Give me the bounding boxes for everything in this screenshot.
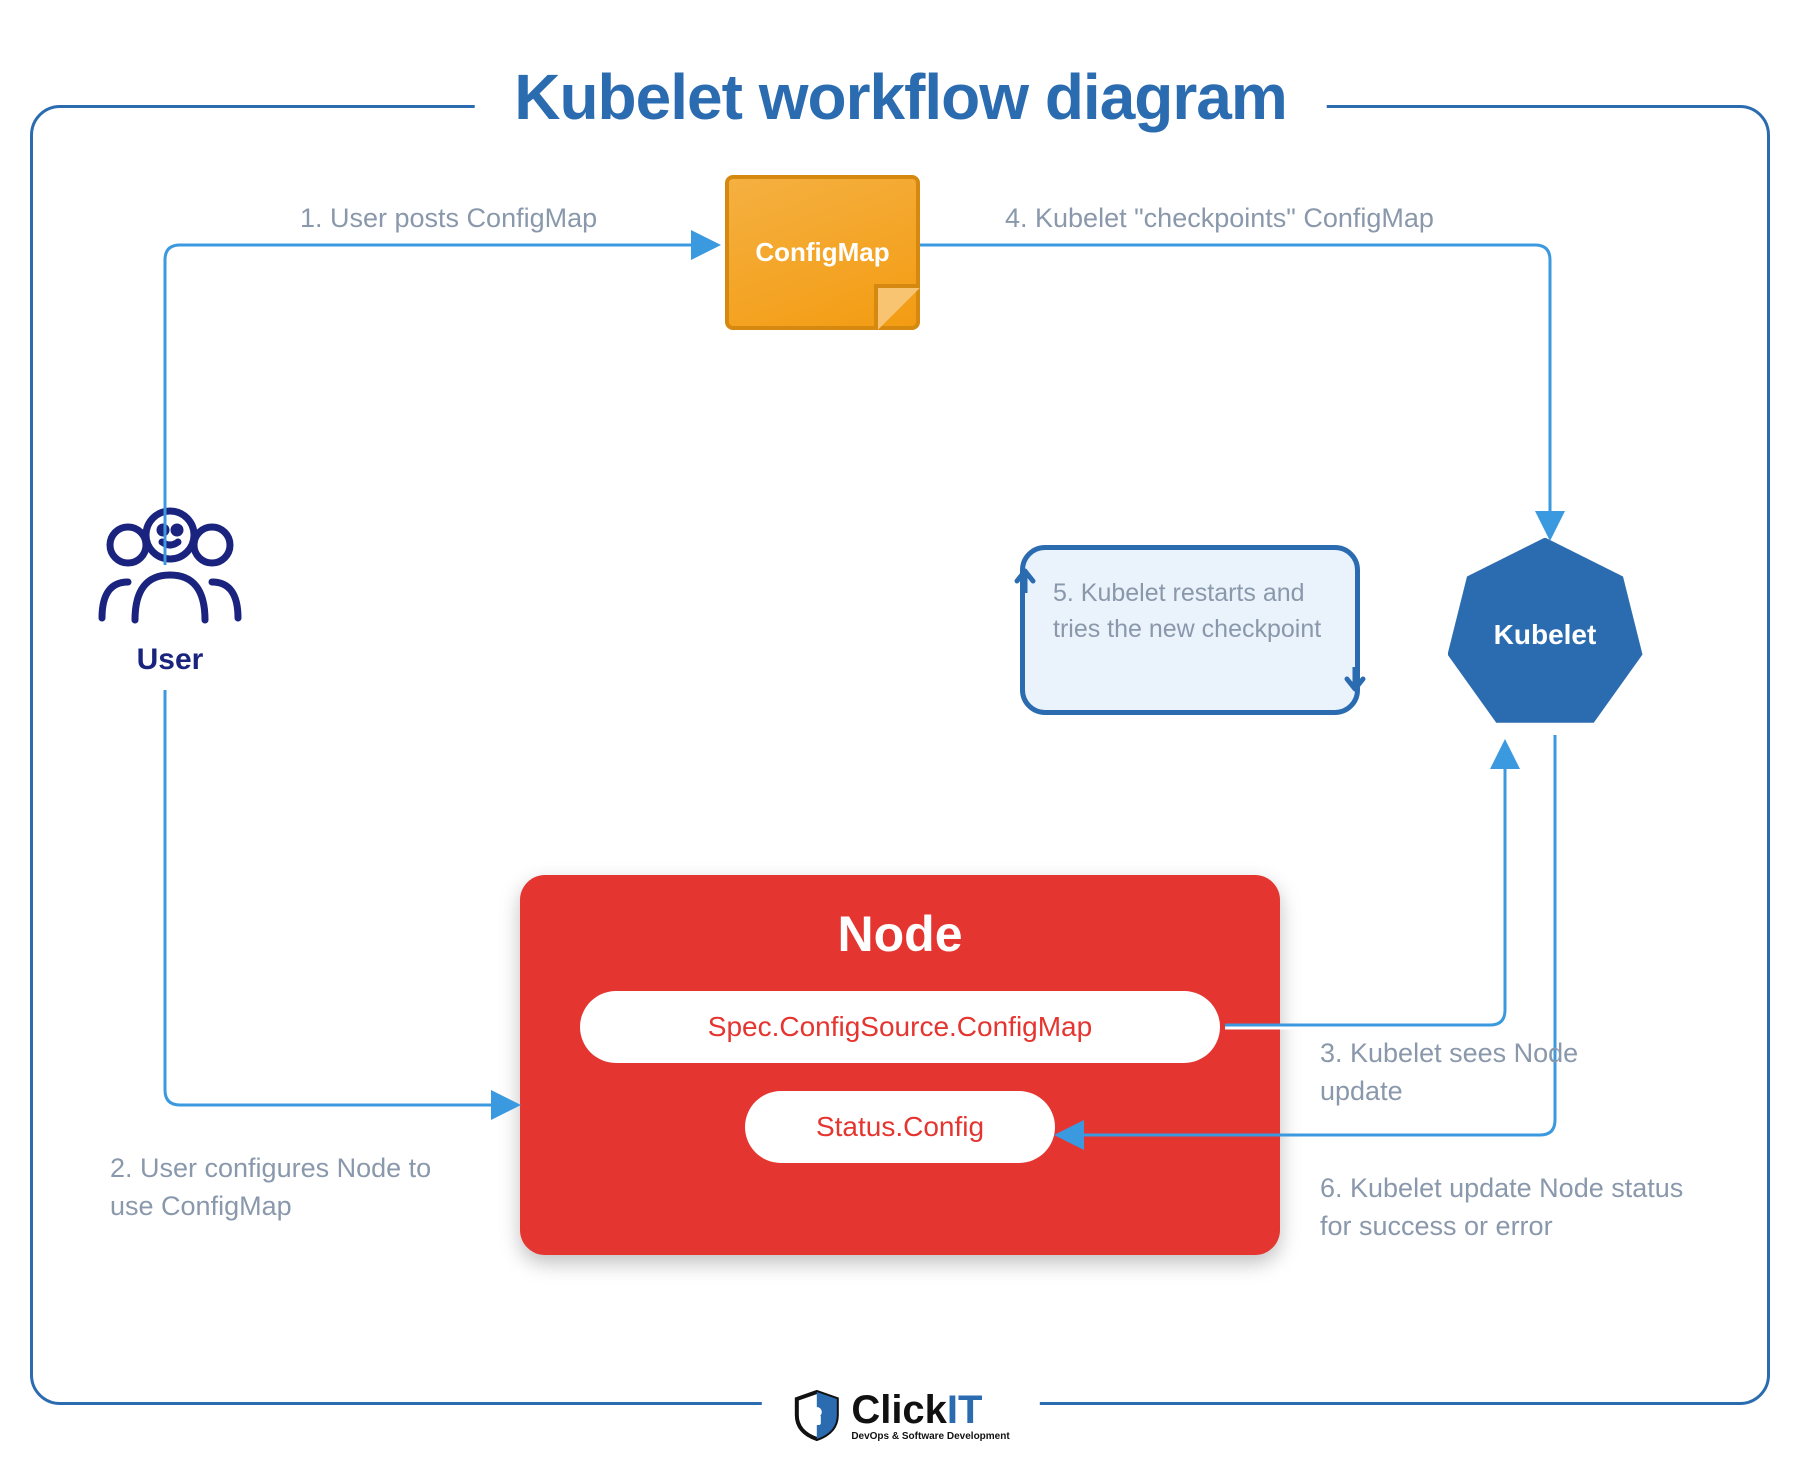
logo-brand-b: IT	[947, 1388, 983, 1432]
heptagon-icon: Kubelet	[1448, 538, 1643, 733]
shield-icon	[791, 1387, 841, 1442]
configmap-label: ConfigMap	[755, 237, 889, 268]
spec-config-pill: Spec.ConfigSource.ConfigMap	[580, 991, 1220, 1063]
logo-text: ClickIT	[851, 1388, 982, 1432]
step-1-label: 1. User posts ConfigMap	[300, 200, 597, 238]
node-box: Node Spec.ConfigSource.ConfigMap Status.…	[520, 875, 1280, 1255]
status-config-pill: Status.Config	[745, 1091, 1055, 1163]
diagram-title: Kubelet workflow diagram	[474, 60, 1327, 134]
user-label: User	[85, 643, 255, 677]
restart-text: 5. Kubelet restarts and tries the new ch…	[1053, 579, 1321, 643]
configmap-node: ConfigMap	[725, 175, 920, 330]
step-4-label: 4. Kubelet "checkpoints" ConfigMap	[1005, 200, 1434, 238]
logo-brand-a: Click	[851, 1388, 947, 1432]
step-2-label: 2. User configures Node to use ConfigMap	[110, 1150, 480, 1226]
user-node: User	[85, 500, 255, 677]
users-icon	[90, 500, 250, 630]
logo-tagline: DevOps & Software Development	[851, 1431, 1009, 1442]
kubelet-label: Kubelet	[1494, 619, 1597, 651]
kubelet-node: Kubelet	[1445, 535, 1645, 735]
arrow-up-icon	[1013, 565, 1037, 593]
restart-box: 5. Kubelet restarts and tries the new ch…	[1020, 545, 1360, 715]
node-title: Node	[560, 905, 1240, 963]
step-6-label: 6. Kubelet update Node status for succes…	[1320, 1170, 1720, 1246]
arrow-down-icon	[1343, 667, 1367, 695]
step-3-label: 3. Kubelet sees Node update	[1320, 1035, 1580, 1111]
logo: ClickIT DevOps & Software Development	[761, 1387, 1039, 1442]
